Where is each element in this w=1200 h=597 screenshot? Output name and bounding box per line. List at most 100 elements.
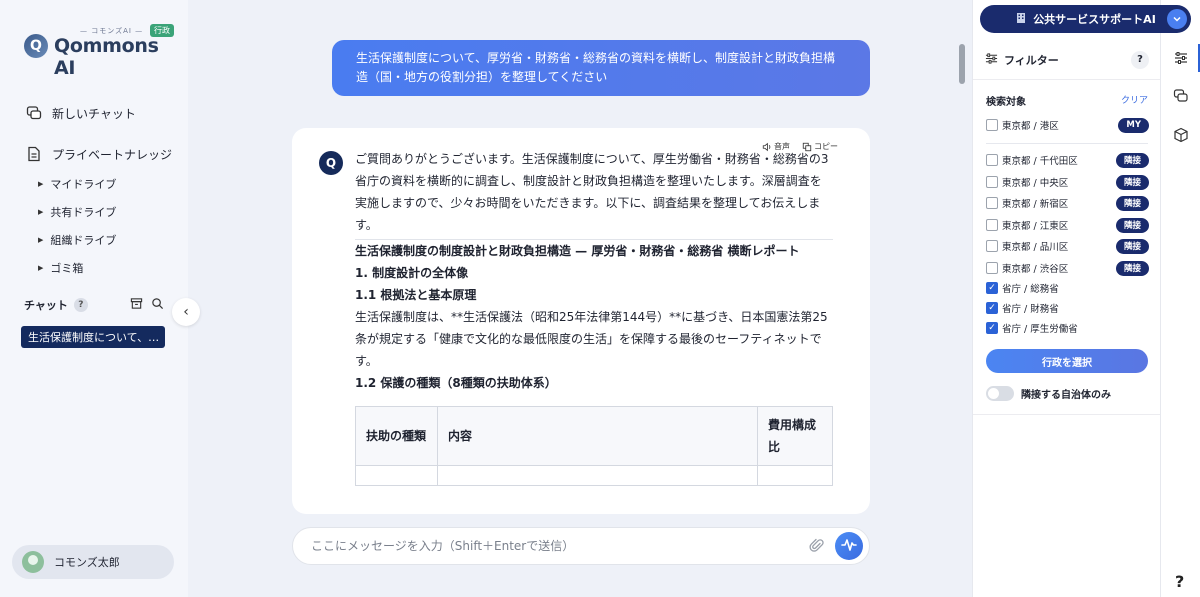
- assistant-message-content: ご質問ありがとうございます。生活保護制度について、厚生労働省・財務省・総務省の3…: [355, 148, 833, 486]
- new-chat-button[interactable]: 新しいチャット: [26, 102, 136, 124]
- filter-item-neighbor[interactable]: 東京都 / 中央区 隣接: [986, 174, 1149, 190]
- private-knowledge-label: プライベートナレッジ: [52, 147, 173, 162]
- assistant-message-card: 音声 コピー Q ご質問ありがとうございます。生活保護制度について、厚生労働省・…: [292, 128, 870, 514]
- table-cell: [757, 465, 833, 486]
- assistant-avatar-icon: Q: [319, 151, 343, 175]
- divider: [973, 414, 1161, 415]
- service-selector-button[interactable]: 公共サービスサポートAI: [980, 5, 1191, 33]
- filter-sliders-icon: [985, 52, 998, 68]
- table-header-cell: 内容: [437, 406, 758, 466]
- paperclip-icon[interactable]: [809, 538, 825, 554]
- triangle-right-icon: ▶: [38, 208, 44, 216]
- chat-section-title: チャット: [24, 299, 68, 312]
- right-icon-rail: ?: [1160, 0, 1200, 597]
- drive-item-shared[interactable]: ▶ 共有ドライブ: [38, 203, 116, 221]
- checkbox-checked[interactable]: [986, 282, 998, 294]
- search-icon[interactable]: [151, 297, 164, 313]
- service-label: 公共サービスサポートAI: [1033, 13, 1156, 26]
- neighbor-badge: 隣接: [1115, 174, 1149, 190]
- send-button[interactable]: [835, 532, 863, 560]
- section-heading: 1. 制度設計の全体像: [355, 266, 469, 280]
- my-badge: MY: [1118, 117, 1149, 133]
- filter-item-label: 東京都 / 新宿区: [1002, 199, 1069, 210]
- checkbox[interactable]: [986, 240, 998, 252]
- logo: Q — コモンズAI — Qommons AI 行政: [24, 24, 174, 79]
- triangle-right-icon: ▶: [38, 264, 44, 272]
- archive-icon[interactable]: [130, 297, 143, 313]
- drive-item-trash[interactable]: ▶ ゴミ箱: [38, 259, 83, 277]
- building-icon: [1015, 12, 1027, 27]
- logo-badge: 行政: [150, 24, 174, 37]
- drive-label: マイドライブ: [50, 178, 117, 191]
- checkbox[interactable]: [986, 154, 998, 166]
- drive-item-my[interactable]: ▶ マイドライブ: [38, 175, 116, 193]
- help-icon[interactable]: ?: [1175, 572, 1184, 591]
- chevron-down-icon: [1167, 9, 1187, 29]
- checkbox[interactable]: [986, 197, 998, 209]
- neighbor-badge: 隣接: [1115, 195, 1149, 211]
- table-cell: [355, 465, 438, 486]
- checkbox-checked[interactable]: [986, 302, 998, 314]
- user-profile[interactable]: コモンズ太郎: [12, 545, 174, 579]
- filter-item-label: 東京都 / 中央区: [1002, 178, 1069, 189]
- filter-item-label: 省庁 / 総務省: [1002, 284, 1059, 295]
- select-government-button[interactable]: 行政を選択: [986, 349, 1148, 373]
- scrollbar-thumb[interactable]: [959, 44, 965, 84]
- subsection-heading: 1.1 根拠法と基本原理: [355, 288, 477, 302]
- filter-item-neighbor[interactable]: 東京都 / 江東区 隣接: [986, 217, 1149, 233]
- neighbor-only-toggle-row: 隣接する自治体のみ: [986, 386, 1111, 401]
- chat-history-item-active[interactable]: 生活保護制度について、…: [21, 326, 165, 348]
- private-knowledge-button[interactable]: プライベートナレッジ: [26, 143, 172, 165]
- neighbor-badge: 隣接: [1115, 238, 1149, 254]
- clear-button[interactable]: クリア: [1121, 93, 1148, 106]
- collapse-sidebar-button[interactable]: ‹: [172, 298, 200, 326]
- filter-item-ministry[interactable]: 省庁 / 総務省: [986, 280, 1149, 296]
- chat-main: 生活保護制度について、厚労省・財務省・総務省の資料を横断し、制度設計と財政負担構…: [188, 0, 972, 597]
- filter-item-label: 省庁 / 厚生労働省: [1002, 324, 1078, 335]
- checkbox[interactable]: [986, 262, 998, 274]
- filter-item-neighbor[interactable]: 東京都 / 千代田区 隣接: [986, 152, 1149, 168]
- filter-item-neighbor[interactable]: 東京都 / 新宿区 隣接: [986, 195, 1149, 211]
- neighbor-badge: 隣接: [1115, 217, 1149, 233]
- filter-item-ministry[interactable]: 省庁 / 厚生労働省: [986, 320, 1149, 336]
- logo-text: Qommons AI: [54, 35, 159, 79]
- filter-item-neighbor[interactable]: 東京都 / 渋谷区 隣接: [986, 260, 1149, 276]
- divider: [986, 143, 1148, 144]
- help-icon[interactable]: ?: [73, 298, 88, 312]
- filter-item-label: 東京都 / 千代田区: [1002, 156, 1078, 167]
- logo-mark: Q: [24, 34, 48, 58]
- filter-item-label: 東京都 / 渋谷区: [1002, 264, 1069, 275]
- checkbox-checked[interactable]: [986, 322, 998, 334]
- message-input[interactable]: [311, 539, 791, 553]
- left-sidebar: Q — コモンズAI — Qommons AI 行政 新しいチャット プライベー…: [0, 0, 188, 597]
- cube-icon[interactable]: [1173, 127, 1189, 143]
- filter-item-label: 省庁 / 財務省: [1002, 304, 1059, 315]
- waveform-icon: [841, 538, 857, 555]
- filter-item-neighbor[interactable]: 東京都 / 品川区 隣接: [986, 238, 1149, 254]
- help-icon[interactable]: ?: [1131, 50, 1149, 69]
- drive-label: 共有ドライブ: [50, 206, 117, 219]
- drive-item-org[interactable]: ▶ 組織ドライブ: [38, 231, 116, 249]
- checkbox[interactable]: [986, 176, 998, 188]
- subsection-heading: 1.2 保護の種類（8種類の扶助体系）: [355, 376, 557, 390]
- user-name: コモンズ太郎: [54, 556, 120, 569]
- search-target-label: 検索対象: [986, 97, 1026, 108]
- chat-bubble-icon[interactable]: [1173, 88, 1189, 104]
- avatar: [22, 551, 44, 573]
- checkbox[interactable]: [986, 219, 998, 231]
- filter-item-ministry[interactable]: 省庁 / 財務省: [986, 300, 1149, 316]
- checkbox[interactable]: [986, 119, 998, 131]
- section-body: 生活保護制度は、**生活保護法（昭和25年法律第144号）**に基づき、日本国憲…: [355, 310, 828, 368]
- filter-header: フィルター ?: [973, 40, 1161, 80]
- user-message-bubble: 生活保護制度について、厚労省・財務省・総務省の資料を横断し、制度設計と財政負担構…: [332, 40, 870, 96]
- neighbor-only-toggle[interactable]: [986, 386, 1014, 401]
- table-header-cell: 扶助の種類: [355, 406, 438, 466]
- new-chat-label: 新しいチャット: [52, 106, 136, 121]
- answer-intro: ご質問ありがとうございます。生活保護制度について、厚生労働省・財務省・総務省の3…: [355, 148, 833, 240]
- triangle-right-icon: ▶: [38, 180, 44, 188]
- filter-item-my[interactable]: 東京都 / 港区 MY: [986, 117, 1149, 133]
- table-row: [355, 465, 833, 486]
- document-icon: [26, 146, 42, 162]
- filter-sliders-icon[interactable]: [1173, 50, 1189, 66]
- message-composer: [292, 527, 870, 565]
